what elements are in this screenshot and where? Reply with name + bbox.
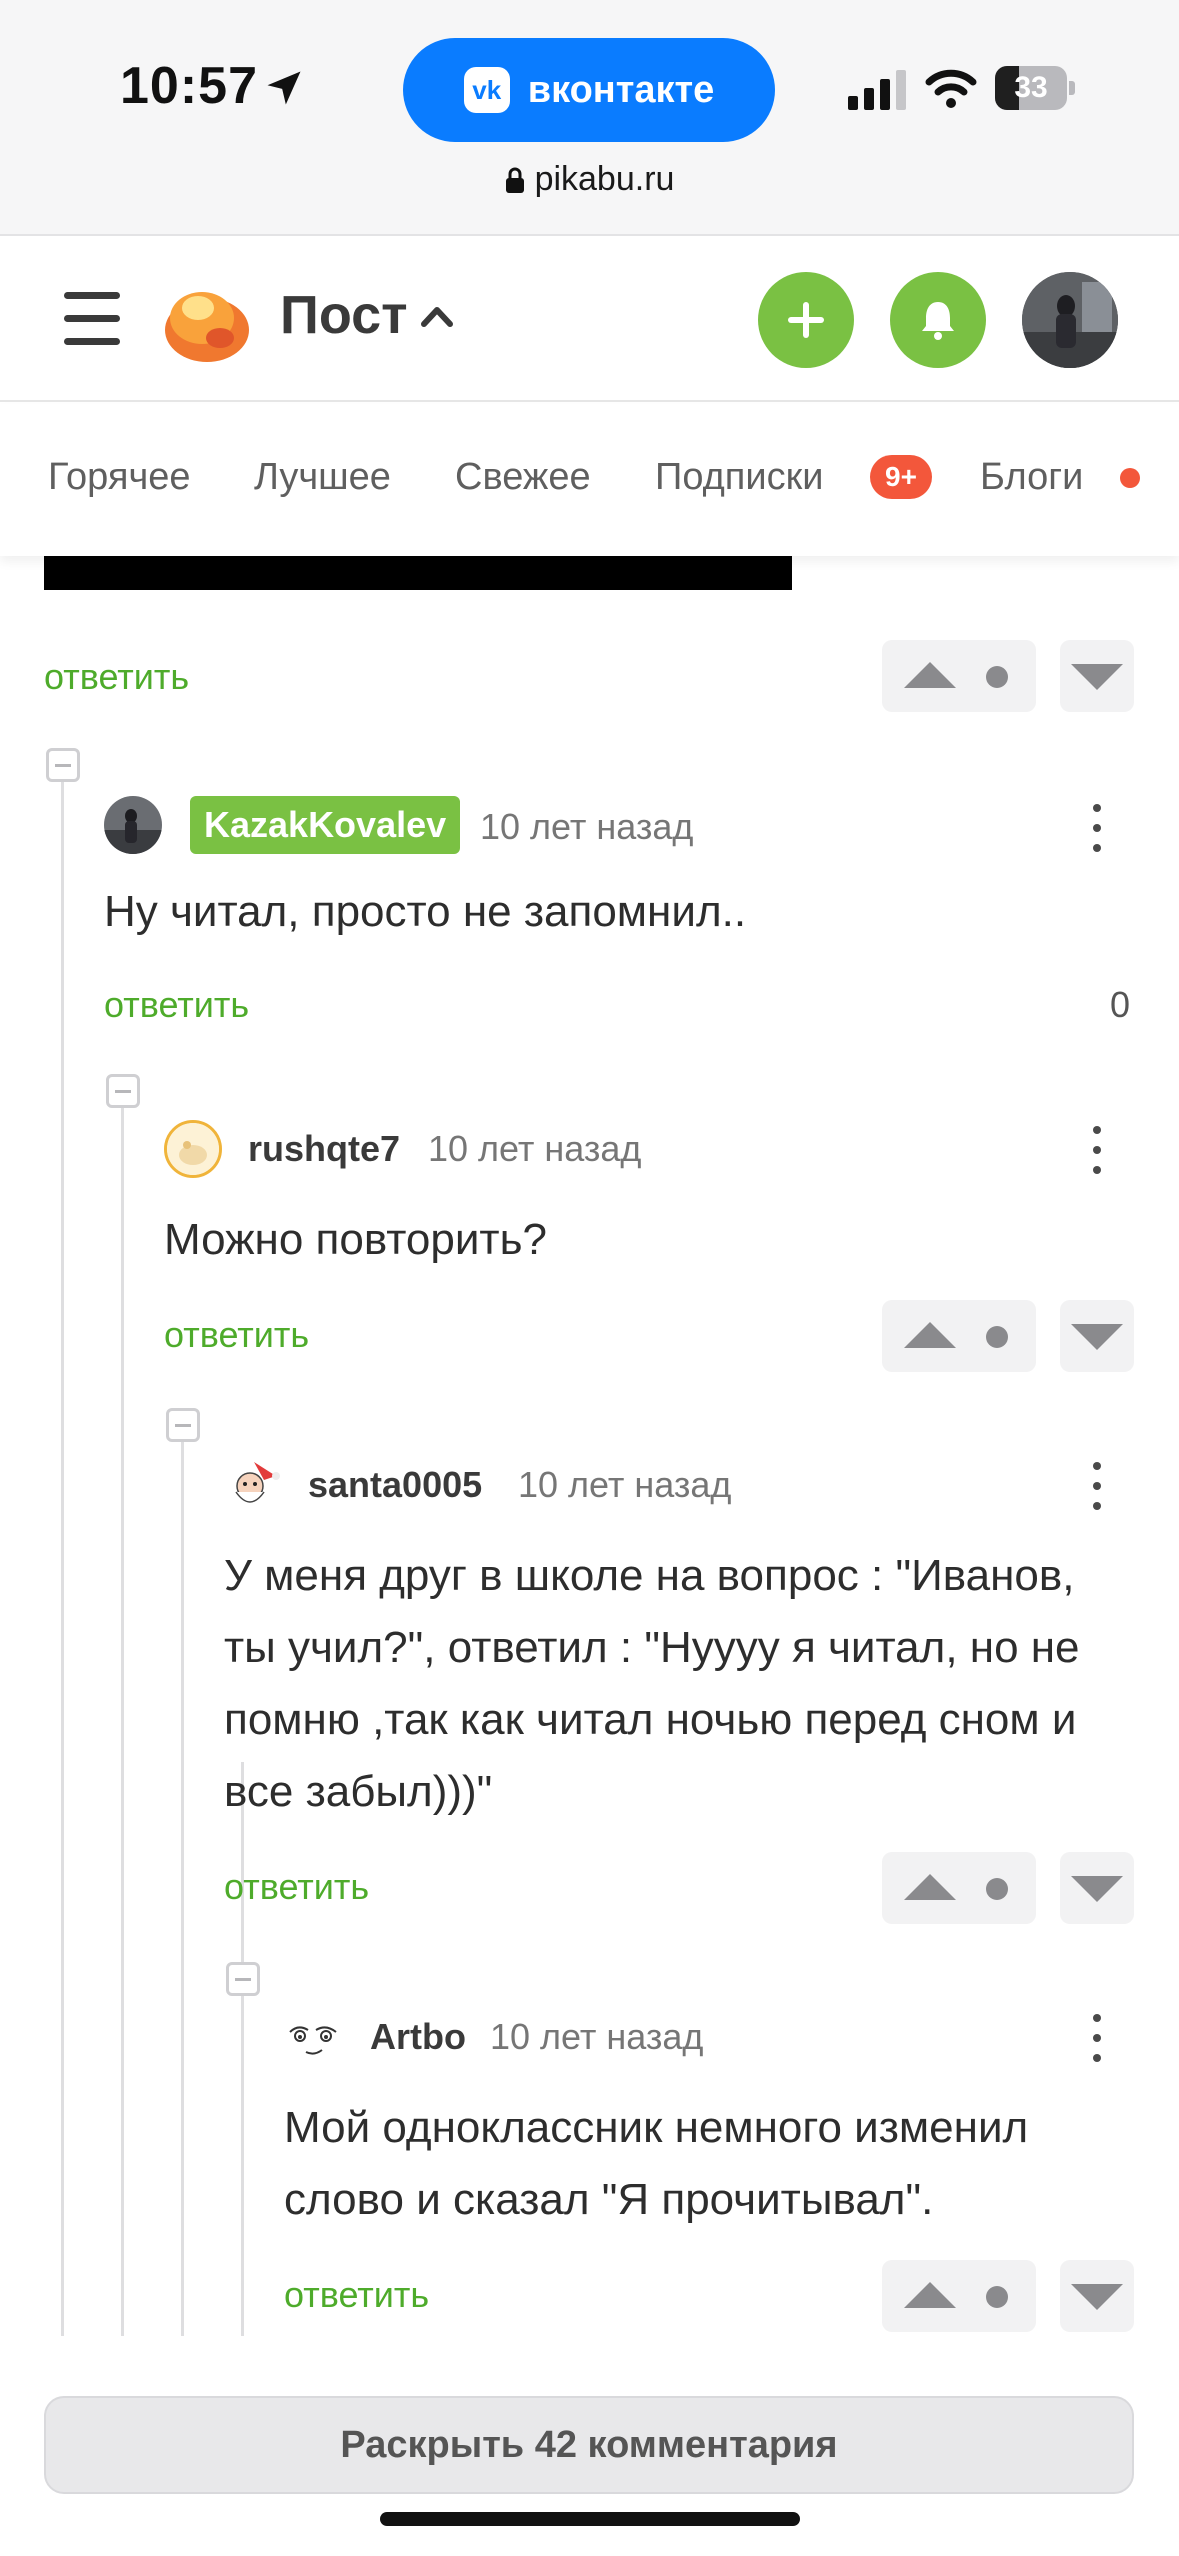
browser-status-bar: 10:57 vk вконтакте 33 pikabu.ru — [0, 0, 1179, 236]
vote-down-button[interactable] — [1060, 2260, 1134, 2332]
app-header: Пост — [0, 238, 1179, 402]
thread-line — [61, 766, 64, 2336]
vote-up-button[interactable] — [882, 1300, 1036, 1372]
vote-down-icon — [1071, 1324, 1123, 1350]
collapse-icon[interactable] — [226, 1962, 260, 1996]
redacted-content — [44, 556, 792, 590]
comment-time: 10 лет назад — [490, 2016, 704, 2057]
comment-text: У меня друг в школе на вопрос : "Иванов,… — [224, 1551, 1080, 1816]
wifi-icon — [925, 69, 977, 108]
avatar[interactable] — [164, 1120, 222, 1178]
avatar[interactable] — [104, 796, 162, 854]
comment-time: 10 лет назад — [480, 806, 694, 847]
vote-down-icon — [1071, 664, 1123, 690]
vk-label: вконтакте — [527, 68, 715, 111]
add-post-button[interactable] — [758, 272, 854, 368]
tab-hot[interactable]: Горячее — [48, 456, 191, 499]
collapse-icon[interactable] — [166, 1408, 200, 1442]
url-text: pikabu.ru — [534, 160, 675, 198]
signal-icon — [848, 70, 906, 110]
comment-author[interactable]: Artbo — [370, 2016, 466, 2058]
vote-down-icon — [1071, 1876, 1123, 1902]
more-icon[interactable] — [1092, 1462, 1102, 1512]
more-icon[interactable] — [1092, 2014, 1102, 2064]
expand-comments-button[interactable]: Раскрыть 42 комментария — [44, 2396, 1134, 2494]
back-to-vk-button[interactable]: vk вконтакте — [403, 38, 775, 142]
home-indicator[interactable] — [380, 2512, 800, 2526]
vote-up-icon — [904, 1874, 956, 1900]
vote-up-icon — [904, 2282, 956, 2308]
comment-text: Мой одноклассник немного изменил слово и… — [284, 2103, 1029, 2224]
vote-down-button[interactable] — [1060, 640, 1134, 712]
blogs-badge — [1120, 468, 1140, 488]
reply-button[interactable]: ответить — [104, 984, 249, 1026]
thread-line — [241, 1762, 244, 2336]
comment-text: Можно повторить? — [164, 1215, 547, 1264]
tab-fresh[interactable]: Свежее — [455, 456, 591, 499]
collapse-icon[interactable] — [46, 748, 80, 782]
vote-up-button[interactable] — [882, 2260, 1036, 2332]
chevron-up-icon[interactable] — [420, 304, 454, 330]
address-bar[interactable]: pikabu.ru — [0, 160, 1179, 199]
vote-down-icon — [1071, 2284, 1123, 2310]
comment-time: 10 лет назад — [428, 1128, 642, 1169]
page-title[interactable]: Пост — [280, 284, 408, 346]
category-tabs: Горячее Лучшее Свежее Подписки 9+ Блоги — [0, 404, 1179, 556]
clock: 10:57 — [120, 57, 258, 115]
menu-icon[interactable] — [64, 292, 120, 345]
comment-text: Ну читал, просто не запомнил.. — [104, 887, 747, 936]
vote-down-button[interactable] — [1060, 1852, 1134, 1924]
tab-blogs[interactable]: Блоги — [980, 456, 1083, 499]
reply-button[interactable]: ответить — [164, 1314, 309, 1356]
reply-button[interactable]: ответить — [44, 656, 189, 698]
bell-icon — [922, 302, 954, 340]
comment-author[interactable]: rushqte7 — [248, 1128, 400, 1170]
battery-icon: 33 — [995, 66, 1075, 110]
subscriptions-badge: 9+ — [870, 455, 932, 499]
vote-up-icon — [904, 1322, 956, 1348]
thread-line — [181, 1426, 184, 2336]
vote-down-button[interactable] — [1060, 1300, 1134, 1372]
collapse-icon[interactable] — [106, 1074, 140, 1108]
plus-icon — [788, 302, 824, 338]
battery-percent: 33 — [1014, 71, 1048, 104]
thread-line — [121, 1092, 124, 2336]
vote-up-button[interactable] — [882, 640, 1036, 712]
vk-icon: vk — [463, 67, 510, 113]
user-avatar[interactable] — [1022, 272, 1118, 368]
reply-button[interactable]: ответить — [284, 2274, 429, 2316]
comment-time: 10 лет назад — [518, 1464, 732, 1505]
notifications-button[interactable] — [890, 272, 986, 368]
comment-author[interactable]: santa0005 — [308, 1464, 482, 1506]
more-icon[interactable] — [1092, 804, 1102, 854]
tab-subscriptions[interactable]: Подписки — [655, 456, 823, 499]
tab-best[interactable]: Лучшее — [254, 456, 391, 499]
lock-icon — [505, 167, 524, 193]
reply-button[interactable]: ответить — [224, 1866, 369, 1908]
location-arrow-icon — [267, 71, 301, 105]
vote-up-icon — [904, 662, 956, 688]
more-icon[interactable] — [1092, 1126, 1102, 1176]
avatar[interactable] — [284, 2008, 342, 2066]
comments-thread: ответить KazakKovalev 10 лет назад Ну чи… — [0, 556, 1179, 2336]
pikabu-logo-icon[interactable] — [162, 278, 252, 364]
avatar[interactable] — [224, 1456, 282, 1514]
comment-author[interactable]: KazakKovalev — [190, 796, 461, 854]
comment-score: 0 — [1110, 984, 1131, 1025]
vote-up-button[interactable] — [882, 1852, 1036, 1924]
